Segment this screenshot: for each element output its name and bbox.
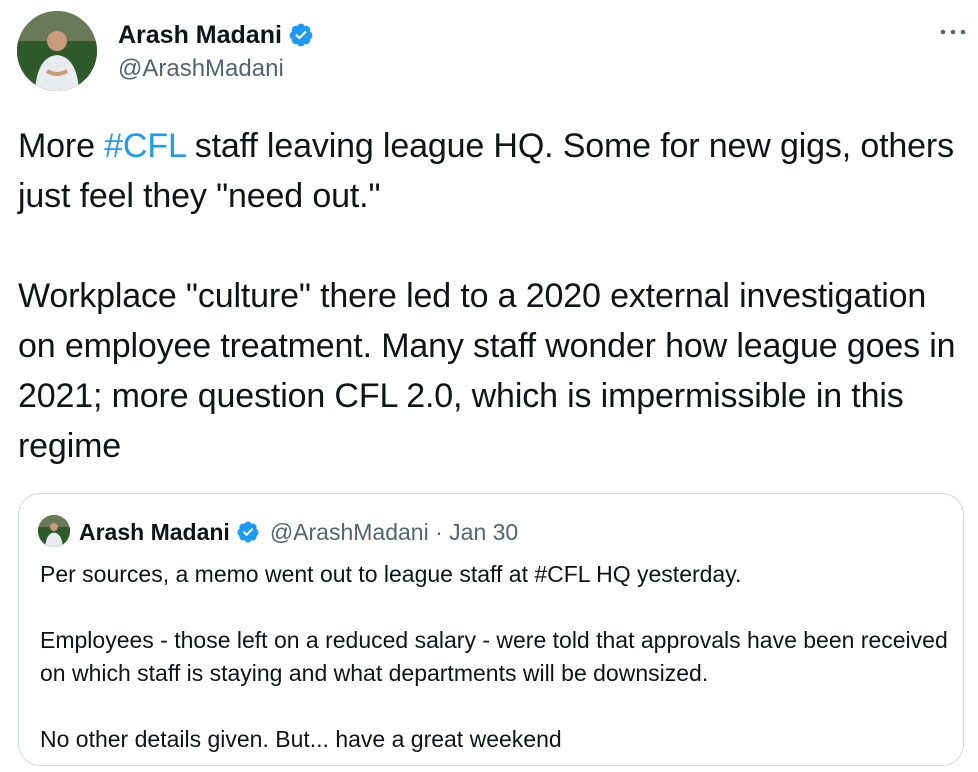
quoted-tweet-header: Arash Madani @ArashMadani · Jan 30 [79,518,518,546]
separator-dot: · [435,519,443,545]
author-avatar[interactable] [17,11,97,91]
quoted-paragraph: Per sources, a memo went out to league s… [40,561,742,587]
author-name[interactable]: Arash Madani [118,20,314,50]
tweet-text-prefix: More [18,127,105,165]
quoted-paragraph: No other details given. But... have a gr… [40,726,562,752]
author-name-text: Arash Madani [118,21,282,49]
quoted-tweet-card[interactable]: Arash Madani @ArashMadani · Jan 30 Per s… [18,493,964,766]
tweet-paragraph-2: Workplace "culture" there led to a 2020 … [18,277,956,465]
verified-badge-icon [288,22,314,48]
meta-separator: · [429,518,449,546]
quoted-paragraph: Employees - those left on a reduced sala… [40,627,948,686]
tweet-text: More #CFL staff leaving league HQ. Some … [18,121,968,471]
quoted-author-avatar[interactable] [38,515,70,547]
quoted-tweet-date[interactable]: Jan 30 [449,518,518,546]
quoted-author-handle[interactable]: @ArashMadani [270,518,429,546]
verified-badge-icon [236,520,260,544]
quoted-author-name[interactable]: Arash Madani [79,518,230,546]
tweet-paragraph-1: More #CFL staff leaving league HQ. Some … [18,121,968,221]
author-handle[interactable]: @ArashMadani [118,55,284,83]
tweet: Arash Madani @ArashMadani More #CFL staf… [0,0,978,772]
hashtag-link[interactable]: #CFL [104,127,185,165]
quoted-tweet-text: Per sources, a memo went out to league s… [40,558,950,756]
more-options-icon[interactable] [938,22,968,42]
